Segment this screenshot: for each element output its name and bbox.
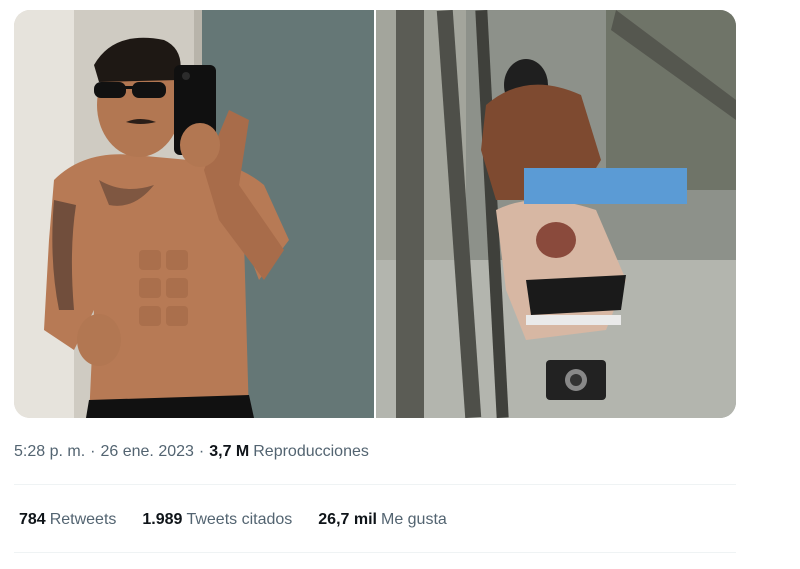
tweet-media-grid: [14, 10, 736, 418]
likes-stat[interactable]: 26,7 mil Me gusta: [318, 511, 447, 529]
tweet-meta: 5:28 p. m. · 26 ene. 2023 · 3,7 M Reprod…: [14, 440, 369, 464]
retweets-count: 784: [19, 511, 46, 528]
media-photo-selfie[interactable]: [14, 10, 374, 418]
retweets-stat[interactable]: 784 Retweets: [19, 511, 116, 529]
alley-image: [376, 10, 736, 418]
tweet-date[interactable]: 26 ene. 2023: [100, 443, 193, 461]
meta-separator: ·: [90, 443, 96, 460]
tweet-stats: 784 Retweets 1.989 Tweets citados 26,7 m…: [19, 508, 473, 532]
quote-tweets-stat[interactable]: 1.989 Tweets citados: [142, 511, 292, 529]
quote-tweets-count: 1.989: [142, 511, 183, 528]
retweets-label: Retweets: [49, 511, 117, 528]
censor-bar: [524, 168, 687, 204]
likes-count: 26,7 mil: [318, 511, 377, 528]
likes-label: Me gusta: [380, 511, 447, 528]
media-photo-alley[interactable]: [376, 10, 736, 418]
selfie-image: [14, 10, 374, 418]
views-count: 3,7 M: [209, 443, 250, 460]
divider: [14, 484, 736, 485]
divider: [14, 552, 736, 553]
tweet-time[interactable]: 5:28 p. m.: [14, 443, 85, 461]
views-label: Reproducciones: [253, 443, 369, 460]
meta-separator: ·: [198, 443, 205, 460]
quote-tweets-label: Tweets citados: [186, 511, 293, 528]
